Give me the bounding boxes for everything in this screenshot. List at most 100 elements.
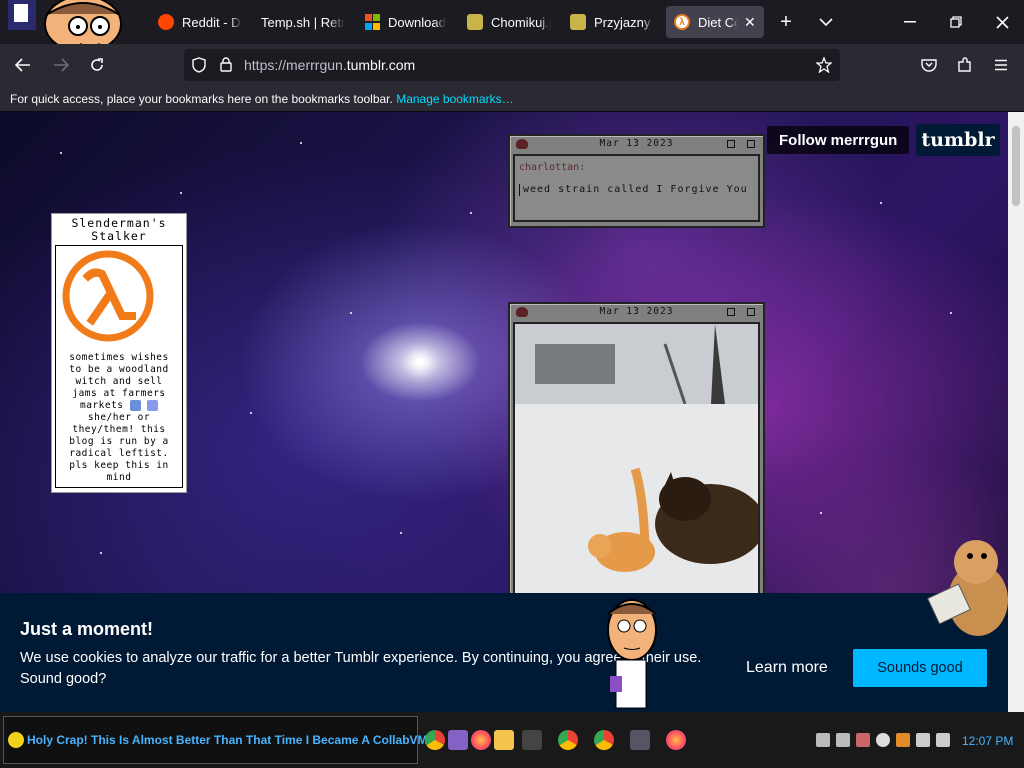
post-header: Mar 13 2023 <box>510 136 763 152</box>
window-title-text: Holy Crap! This Is Almost Better Than Th… <box>27 733 432 747</box>
pocket-icon <box>921 59 937 72</box>
maximize-button[interactable] <box>942 12 970 32</box>
navigation-toolbar: https://merrrgun.tumblr.com <box>0 44 1024 86</box>
volume-icon[interactable] <box>936 733 950 747</box>
os-taskbar: Holy Crap! This Is Almost Better Than Th… <box>0 712 1024 768</box>
reload-button[interactable] <box>86 55 108 75</box>
blog-description-line2: she/her or they/them! this blog is run b… <box>69 412 169 483</box>
back-button[interactable] <box>12 55 34 75</box>
cookie-title: Just a moment! <box>20 619 154 639</box>
chrome-icon[interactable] <box>558 730 578 750</box>
app-icon[interactable] <box>630 730 650 750</box>
water-drop-icon[interactable] <box>876 733 890 747</box>
close-icon <box>995 15 1009 29</box>
post-body: charlottan: weed strain called I Forgive… <box>513 154 760 222</box>
post-username[interactable]: charlottan: <box>519 162 754 174</box>
bookmarks-hint: For quick access, place your bookmarks h… <box>10 92 393 106</box>
tab-title: Reddit - Dive into anything <box>182 14 242 30</box>
shield-icon[interactable] <box>192 57 206 73</box>
hamster-reading-sticker <box>927 540 1008 636</box>
network-icon[interactable] <box>916 733 930 747</box>
window-box-icon[interactable] <box>727 140 735 148</box>
tray-icon[interactable] <box>856 733 870 747</box>
restore-icon <box>950 16 962 28</box>
blog-description: sometimes wishes to be a woodland witch … <box>62 352 176 484</box>
tray-icon[interactable] <box>816 733 830 747</box>
chrome-icon[interactable] <box>594 730 614 750</box>
firefox-icon[interactable] <box>471 730 491 750</box>
minimize-icon <box>904 21 916 23</box>
forward-button[interactable] <box>50 55 72 75</box>
emoji-icon <box>147 400 158 411</box>
close-tab-icon[interactable]: ✕ <box>744 14 756 31</box>
extensions-button[interactable] <box>954 55 976 75</box>
manage-bookmarks-link[interactable]: Manage bookmarks… <box>396 92 513 106</box>
tray-icon[interactable] <box>896 733 910 747</box>
firefox-icon[interactable] <box>666 730 686 750</box>
follow-button[interactable]: Follow merrrgun <box>767 126 910 154</box>
window-box-icon[interactable] <box>747 140 755 148</box>
lambda-icon: λ <box>674 14 690 30</box>
visual-studio-icon[interactable] <box>448 730 468 750</box>
arrow-right-icon <box>54 58 69 72</box>
windows-icon <box>364 14 380 30</box>
puzzle-icon <box>958 57 971 72</box>
post-avatar-icon[interactable] <box>516 307 528 317</box>
tab-title: Temp.sh | Retro <box>261 14 345 30</box>
bookmarks-toolbar: For quick access, place your bookmarks h… <box>0 86 1024 112</box>
pocket-button[interactable] <box>918 55 940 75</box>
window-box-icon[interactable] <box>747 308 755 316</box>
lambda-avatar-icon[interactable] <box>62 250 154 342</box>
app-icon[interactable] <box>522 730 542 750</box>
menu-button[interactable] <box>990 55 1012 75</box>
file-explorer-icon[interactable] <box>494 730 514 750</box>
tab-chomikuj[interactable]: Chomikuj.pl <box>459 6 559 38</box>
tab-title: Chomikuj.pl <box>491 14 551 30</box>
post-header: Mar 13 2023 <box>510 304 763 320</box>
reload-icon <box>91 58 103 71</box>
close-window-button[interactable] <box>988 12 1016 32</box>
tumblr-logo[interactable]: tumblr <box>916 124 1000 156</box>
tab-title: Diet Coke <box>698 14 738 30</box>
list-tabs-button[interactable] <box>814 12 838 32</box>
clock[interactable]: 12:07 PM <box>962 734 1013 748</box>
blog-title: Slenderman's Stalker <box>71 216 167 243</box>
tray-icon[interactable] <box>836 733 850 747</box>
emoji-icon <box>129 400 141 411</box>
tab-download[interactable]: Download <box>356 6 456 38</box>
post-date: Mar 13 2023 <box>599 138 674 149</box>
lock-icon[interactable] <box>220 57 232 72</box>
cat-dog-snow-image <box>515 324 758 596</box>
smiley-icon <box>8 732 24 748</box>
post-quote: weed strain called I Forgive You <box>519 184 754 196</box>
blog-info: sometimes wishes to be a woodland witch … <box>55 245 183 488</box>
tab-reddit[interactable]: Reddit - Dive into anything <box>150 6 250 38</box>
post-image: Mar 13 2023 <box>508 302 765 602</box>
url-prefix: https://merrrgun. <box>244 57 347 73</box>
address-bar[interactable]: https://merrrgun.tumblr.com <box>184 49 840 81</box>
chevron-down-icon <box>819 18 833 27</box>
tab-diet-coke[interactable]: λ Diet Coke ✕ <box>666 6 764 38</box>
blog-sidebar: Slenderman's Stalker sometimes wishes to… <box>51 213 187 493</box>
minimize-button[interactable] <box>896 12 924 32</box>
accept-cookies-button[interactable]: Sounds good <box>853 649 987 687</box>
learn-more-link[interactable]: Learn more <box>746 659 828 677</box>
tab-strip: r Reddit - Dive into anything Temp.sh | … <box>0 0 1024 53</box>
arrow-left-icon <box>15 58 30 72</box>
url-text[interactable]: https://merrrgun.tumblr.com <box>244 57 415 73</box>
window-box-icon[interactable] <box>727 308 735 316</box>
post-avatar-icon[interactable] <box>516 139 528 149</box>
reddit-icon <box>158 14 174 30</box>
bookmark-star-icon[interactable] <box>816 57 832 73</box>
new-tab-button[interactable]: + <box>774 11 798 33</box>
hamburger-icon <box>995 59 1007 71</box>
cartoon-man-sticker <box>607 599 657 709</box>
cookie-consent-banner: Just a moment! We use cookies to analyze… <box>0 593 1008 712</box>
scrollbar-thumb[interactable] <box>1012 126 1020 206</box>
tab-temp-sh[interactable]: Temp.sh | Retro <box>253 6 353 38</box>
post-photo[interactable] <box>513 322 760 598</box>
url-domain: tumblr.com <box>346 57 416 73</box>
tab-przyjazny[interactable]: Przyjazny dysk <box>562 6 662 38</box>
active-window-title[interactable]: Holy Crap! This Is Almost Better Than Th… <box>3 716 432 764</box>
chrome-icon[interactable] <box>425 730 445 750</box>
